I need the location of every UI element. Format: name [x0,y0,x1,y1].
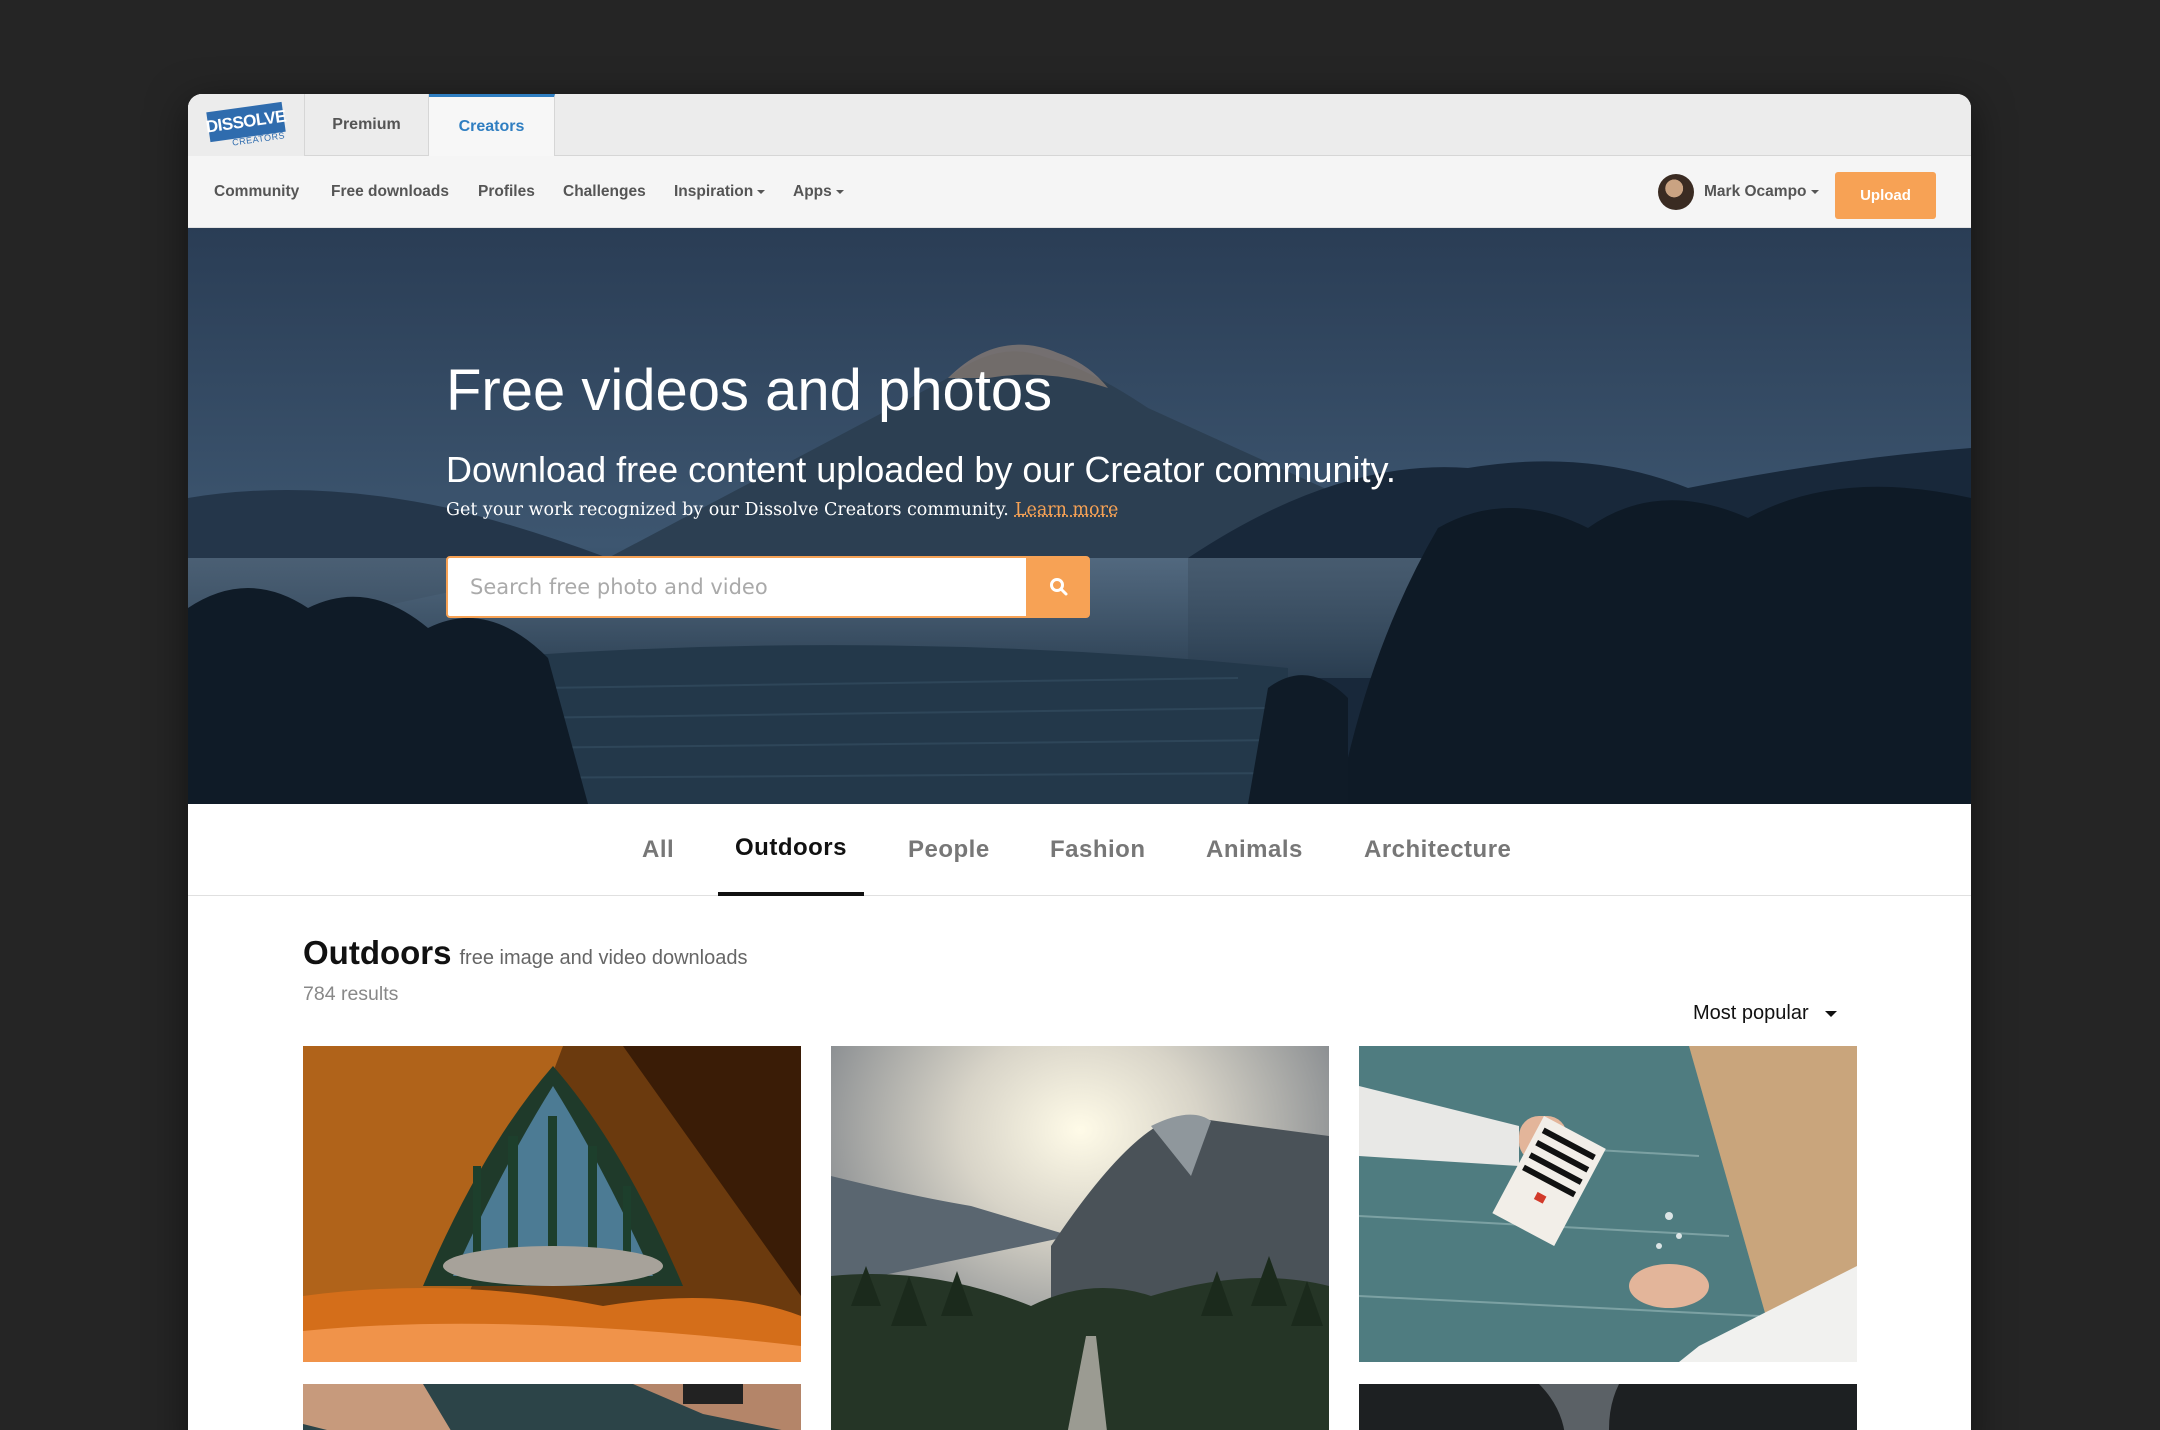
top-tab-bar: DISSOLVE CREATORS Premium Creators [188,94,1971,157]
photo-hands[interactable] [303,1384,801,1430]
section-heading: Outdoors free image and video downloads [303,934,747,972]
hero-description: Get your work recognized by our Dissolve… [446,500,1118,520]
tab-fashion[interactable]: Fashion [1050,804,1146,896]
search-field [446,556,1028,618]
chevron-down-icon [757,190,766,194]
nav-apps-dropdown[interactable]: Apps [793,156,844,228]
nav-label: Community [214,183,300,200]
section-title: Outdoors [303,934,452,971]
learn-more-link[interactable]: Learn more [1015,500,1118,520]
nav-label: Inspiration [674,183,754,200]
nav-label: Profiles [478,183,535,200]
section-subtitle: free image and video downloads [459,947,748,969]
search-icon [1050,578,1068,596]
upload-button[interactable]: Upload [1835,172,1936,219]
hero-title: Free videos and photos [446,358,1053,423]
nav-free-downloads[interactable]: Free downloads [331,156,449,228]
tab-outdoors[interactable]: Outdoors [718,804,864,896]
nav-profiles[interactable]: Profiles [478,156,535,228]
dark-image [1359,1384,1857,1430]
photo-boxed-water[interactable] [1359,1046,1857,1362]
search-input[interactable] [448,558,1026,616]
user-name: Mark Ocampo [1704,183,1807,200]
photo-tent[interactable] [303,1046,801,1362]
hero-description-text: Get your work recognized by our Dissolve… [446,500,1009,520]
nav-label: Apps [793,183,832,200]
hero-subtitle: Download free content uploaded by our Cr… [446,449,1396,490]
results-count: 784 results [303,983,399,1005]
nav-inspiration-dropdown[interactable]: Inspiration [674,156,766,228]
tab-animals[interactable]: Animals [1206,804,1303,896]
tent-image [303,1046,801,1362]
nav-challenges[interactable]: Challenges [563,156,646,228]
tab-architecture[interactable]: Architecture [1364,804,1511,896]
hero-banner: Free videos and photos Download free con… [188,228,1971,804]
photo-dark[interactable] [1359,1384,1857,1430]
sort-label: Most popular [1693,1002,1809,1024]
dissolve-logo[interactable]: DISSOLVE CREATORS [188,94,305,156]
sort-dropdown[interactable]: Most popular [1693,1002,1837,1025]
photo-mountain-bridge[interactable] [831,1046,1329,1430]
nav-label: Free downloads [331,183,449,200]
avatar[interactable] [1658,174,1694,210]
water-image [1359,1046,1857,1362]
chevron-down-icon [1824,1010,1837,1017]
mountain-image [831,1046,1329,1430]
nav-label: Challenges [563,183,646,200]
search-button[interactable] [1028,556,1090,618]
chevron-down-icon [835,190,844,194]
tab-premium[interactable]: Premium [305,94,429,156]
main-nav: Community Free downloads Profiles Challe… [188,156,1971,228]
tab-creators[interactable]: Creators [429,94,555,157]
browser-window: DISSOLVE CREATORS Premium Creators Commu… [188,94,1971,1430]
user-menu[interactable]: Mark Ocampo [1704,156,1819,228]
nav-community[interactable]: Community [214,156,299,228]
category-tabs: All Outdoors People Fashion Animals Arch… [188,804,1971,896]
tab-people[interactable]: People [908,804,990,896]
tab-all[interactable]: All [642,804,674,896]
chevron-down-icon [1810,190,1819,194]
hands-image [303,1384,801,1430]
